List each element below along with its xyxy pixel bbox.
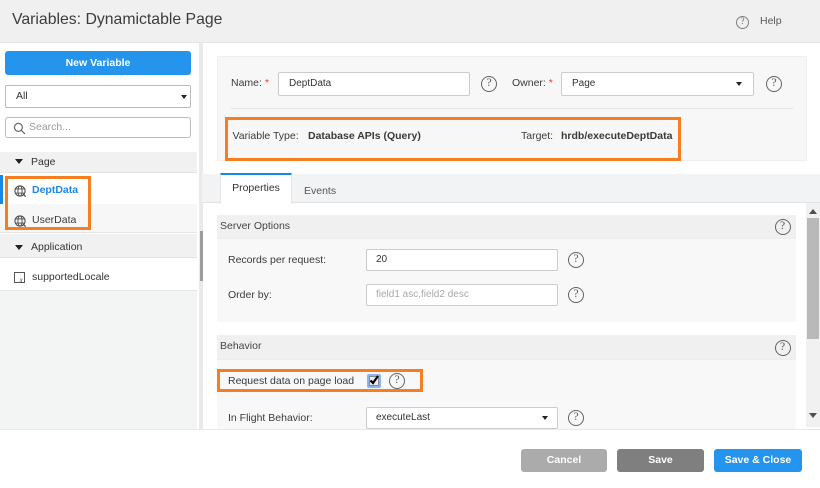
svg-text:x: x: [19, 276, 24, 283]
